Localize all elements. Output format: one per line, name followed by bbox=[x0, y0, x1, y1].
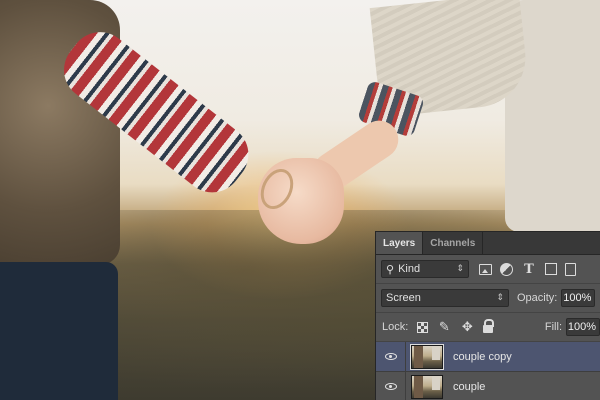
layer-name: couple bbox=[453, 380, 486, 393]
fill-label: Fill: bbox=[544, 321, 562, 333]
layer-row-couple[interactable]: couple bbox=[376, 371, 600, 400]
shape-filter-icon[interactable] bbox=[545, 263, 557, 275]
layers-panel: Layers Channels ⚲ Kind ⇕ T Screen ⇕ Opac… bbox=[375, 231, 600, 400]
lock-row: Lock: ✎ ✥ Fill: 100% bbox=[376, 313, 600, 342]
search-icon: ⚲ bbox=[386, 263, 395, 276]
updown-arrows-icon: ⇕ bbox=[496, 292, 504, 302]
eye-icon bbox=[384, 353, 397, 360]
tab-channels[interactable]: Channels bbox=[423, 232, 484, 254]
opacity-input[interactable]: 100% bbox=[561, 289, 596, 307]
layer-row-couple-copy[interactable]: couple copy bbox=[376, 341, 600, 372]
smart-object-filter-icon[interactable] bbox=[565, 262, 576, 276]
panel-tab-bar: Layers Channels bbox=[376, 232, 600, 255]
fill-input[interactable]: 100% bbox=[566, 318, 600, 336]
image-filter-icon[interactable] bbox=[479, 263, 492, 275]
jeans bbox=[0, 262, 118, 400]
opacity-label: Opacity: bbox=[517, 292, 558, 304]
layer-thumbnail bbox=[411, 374, 443, 399]
layer-name: couple copy bbox=[453, 350, 512, 363]
updown-arrows-icon: ⇕ bbox=[456, 263, 464, 273]
blend-mode-select[interactable]: Screen ⇕ bbox=[381, 289, 509, 307]
type-filter-icon[interactable]: T bbox=[521, 261, 537, 277]
lock-icons: ✎ ✥ bbox=[417, 319, 495, 335]
tab-layers[interactable]: Layers bbox=[376, 232, 424, 254]
filter-kind-label: Kind bbox=[398, 263, 421, 275]
visibility-toggle[interactable] bbox=[376, 371, 406, 400]
lock-transparent-pixels-icon[interactable] bbox=[417, 321, 429, 333]
filter-icons: T bbox=[479, 261, 576, 277]
visibility-toggle[interactable] bbox=[376, 341, 406, 372]
filter-row: ⚲ Kind ⇕ T bbox=[376, 255, 600, 284]
layer-thumbnail bbox=[410, 343, 444, 370]
adjustment-filter-icon[interactable] bbox=[500, 262, 513, 276]
lock-label: Lock: bbox=[382, 321, 409, 333]
lock-image-pixels-icon[interactable]: ✎ bbox=[437, 319, 451, 335]
eye-icon bbox=[384, 383, 397, 390]
fill-group: Fill: 100% bbox=[545, 318, 600, 336]
lock-position-icon[interactable]: ✥ bbox=[460, 319, 474, 335]
blend-mode-value: Screen bbox=[386, 292, 421, 304]
lock-all-icon[interactable] bbox=[483, 319, 495, 333]
filter-kind-select[interactable]: ⚲ Kind ⇕ bbox=[381, 260, 469, 278]
blend-row: Screen ⇕ Opacity: 100% bbox=[376, 284, 600, 313]
